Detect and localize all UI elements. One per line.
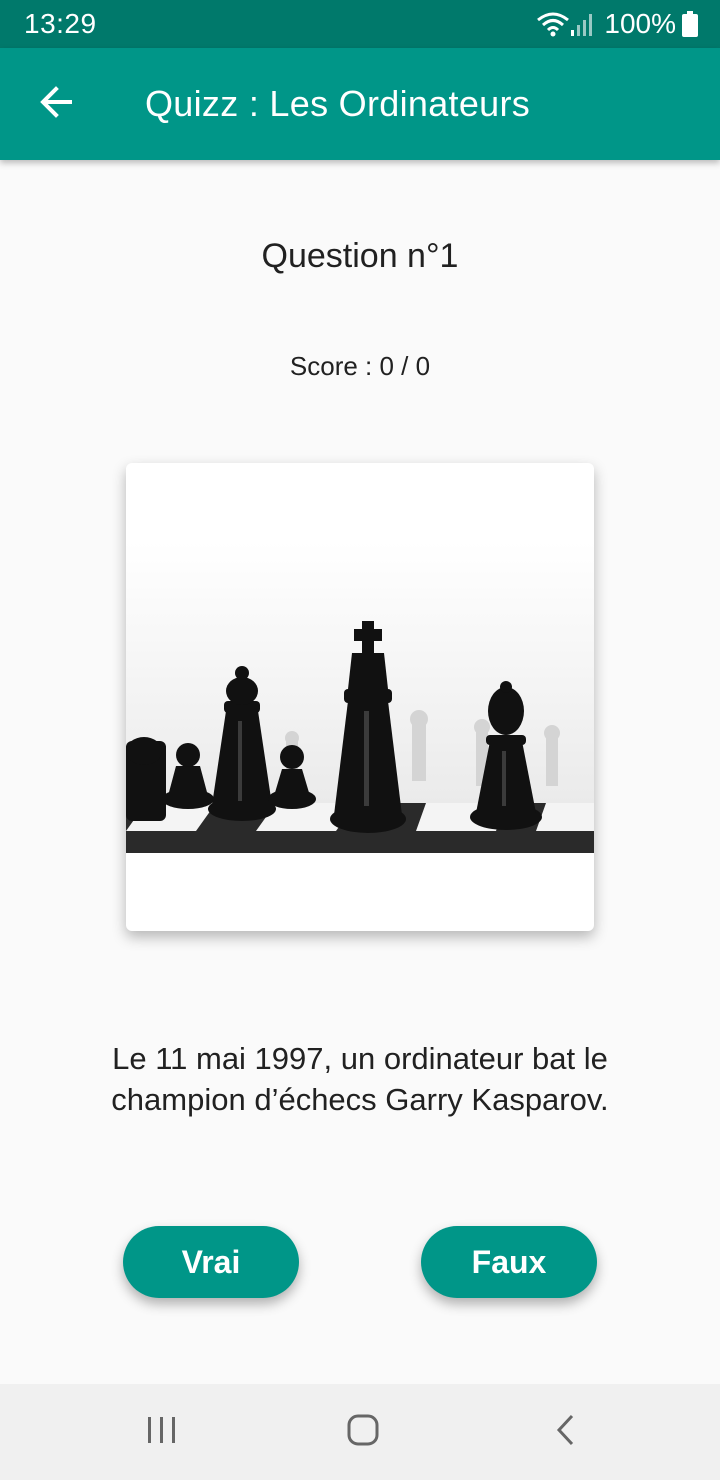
true-button[interactable]: Vrai (123, 1226, 299, 1298)
status-bar: 13:29 100% (0, 0, 720, 48)
back-button[interactable] (20, 68, 92, 140)
wifi-icon (536, 10, 570, 38)
score-label: Score : 0 / 0 (289, 351, 431, 381)
recent-apps-button[interactable] (132, 1402, 192, 1462)
status-icons: 100% (536, 6, 698, 42)
back-icon (553, 1413, 577, 1452)
question-title: Question n°1 (261, 237, 459, 275)
status-time: 13:29 (24, 8, 97, 39)
home-icon (346, 1413, 380, 1452)
battery-icon (682, 11, 698, 37)
recent-apps-icon (145, 1415, 179, 1450)
arrow-back-icon (38, 84, 74, 125)
navigation-bar (0, 1384, 720, 1480)
system-back-button[interactable] (535, 1402, 595, 1462)
chess-pieces-image (126, 541, 594, 853)
app-bar: Quizz : Les Ordinateurs (0, 48, 720, 160)
question-statement: Le 11 mai 1997, un ordinateur bat le cha… (111, 1041, 609, 1117)
false-button[interactable]: Faux (421, 1226, 597, 1298)
home-button[interactable] (333, 1402, 393, 1462)
battery-level: 100% (604, 8, 676, 39)
signal-icon (570, 10, 596, 38)
question-image-card (126, 463, 594, 931)
app-title: Quizz : Les Ordinateurs (145, 83, 531, 124)
